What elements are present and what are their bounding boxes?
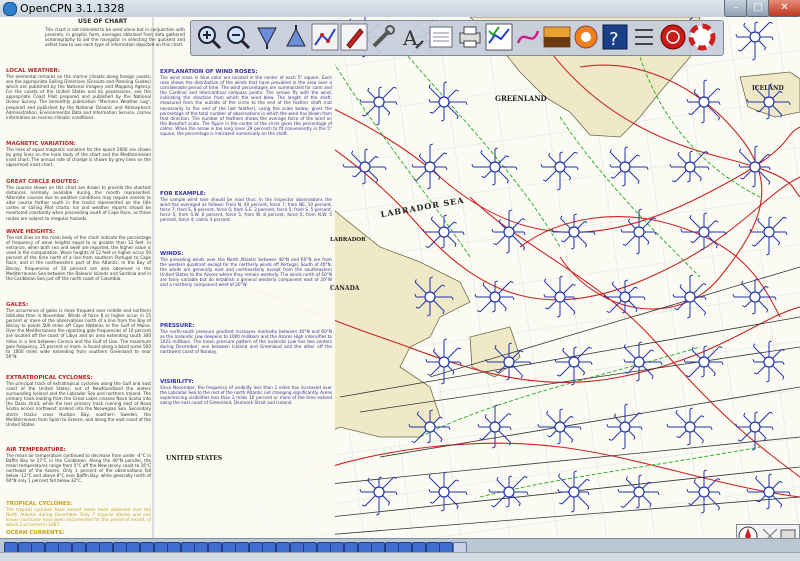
svg-text:A: A bbox=[402, 26, 418, 50]
scale-in-tool[interactable] bbox=[253, 23, 281, 51]
track-icon bbox=[516, 30, 540, 44]
section-body: The mean air temperature continued to de… bbox=[6, 453, 151, 484]
label-canada: CANADA bbox=[330, 285, 360, 292]
print-icon bbox=[459, 26, 481, 48]
lifebuoy-tool[interactable] bbox=[688, 23, 716, 51]
record-tool[interactable] bbox=[659, 23, 687, 51]
about-tool[interactable] bbox=[630, 23, 658, 51]
label-greenland: GREENLAND bbox=[495, 94, 547, 103]
section-body: The tropical cyclones have almost never … bbox=[6, 507, 151, 528]
scale-in-icon bbox=[257, 27, 277, 49]
help-tool[interactable]: ? bbox=[601, 23, 629, 51]
mob-tool[interactable] bbox=[572, 23, 600, 51]
section-body: The courses shown on this chart are draw… bbox=[6, 185, 151, 221]
color-scheme-icon bbox=[543, 26, 571, 48]
mob-icon bbox=[574, 25, 598, 49]
zoom-out-tool[interactable] bbox=[224, 23, 252, 51]
ship-icon bbox=[340, 23, 368, 51]
route-icon bbox=[311, 23, 339, 51]
section-body: The north-south pressure gradient increa… bbox=[160, 329, 332, 355]
svg-text:?: ? bbox=[609, 29, 619, 50]
toolbar: A ? bbox=[190, 20, 724, 56]
section-body: The sample wind rose should be read thus… bbox=[160, 197, 332, 223]
color-scheme-tool[interactable] bbox=[543, 23, 571, 51]
section-body: The elemental remarks on the marine clim… bbox=[6, 74, 151, 120]
print-tool[interactable] bbox=[456, 23, 484, 51]
section-body: The wind roses in blue color are located… bbox=[160, 75, 332, 137]
scale-out-tool[interactable] bbox=[282, 23, 310, 51]
zoom-in-icon bbox=[198, 26, 222, 50]
chart-canvas[interactable]: USE OF CHART This chart is not intended … bbox=[0, 15, 800, 539]
help-icon: ? bbox=[602, 24, 628, 50]
settings-tool[interactable] bbox=[369, 23, 397, 51]
text-icon: A bbox=[402, 26, 424, 50]
route-manager-icon bbox=[485, 23, 513, 51]
intro-text: This chart is not intended to be used al… bbox=[45, 27, 185, 48]
scale-out-icon bbox=[286, 25, 306, 47]
title-bar: OpenCPN 3.1.1328 – □ ✕ bbox=[0, 0, 800, 18]
label-labrador: LABRADOR bbox=[330, 237, 366, 243]
section-body: The occurrence of gales is more frequent… bbox=[6, 308, 151, 359]
section-title: OCEAN CURRENTS: bbox=[6, 530, 65, 536]
track-tool[interactable] bbox=[514, 23, 542, 51]
chart-heading: USE OF CHART bbox=[78, 18, 128, 25]
text-tool[interactable]: A bbox=[398, 23, 426, 51]
section-body: The lines of equal magnetic variation fo… bbox=[6, 147, 151, 168]
app-icon bbox=[3, 2, 17, 16]
window-title: OpenCPN 3.1.1328 bbox=[20, 2, 125, 15]
lifebuoy-icon bbox=[688, 23, 716, 51]
route-manager-tool[interactable] bbox=[485, 23, 513, 51]
close-button[interactable]: ✕ bbox=[768, 0, 800, 17]
follow-ship-tool[interactable] bbox=[340, 23, 368, 51]
label-united-states: UNITED STATES bbox=[166, 455, 223, 462]
label-iceland: ICELAND bbox=[752, 85, 784, 92]
section-body: The prevailing winds over the North Atla… bbox=[160, 257, 332, 288]
about-icon bbox=[635, 29, 653, 45]
minimize-button[interactable]: – bbox=[724, 0, 748, 17]
zoom-out-icon bbox=[227, 26, 251, 50]
current-tool[interactable] bbox=[427, 23, 455, 51]
section-body: Since November, the frequency of visibil… bbox=[160, 385, 332, 406]
route-tool[interactable] bbox=[311, 23, 339, 51]
record-icon bbox=[660, 24, 686, 50]
section-body: The red lines on the main body of the ch… bbox=[6, 235, 151, 281]
current-icon bbox=[429, 26, 453, 48]
section-body: The principal track of extratropical cyc… bbox=[6, 381, 151, 427]
maximize-button[interactable]: □ bbox=[746, 0, 770, 17]
settings-icon bbox=[372, 25, 395, 48]
zoom-in-tool[interactable] bbox=[195, 23, 223, 51]
